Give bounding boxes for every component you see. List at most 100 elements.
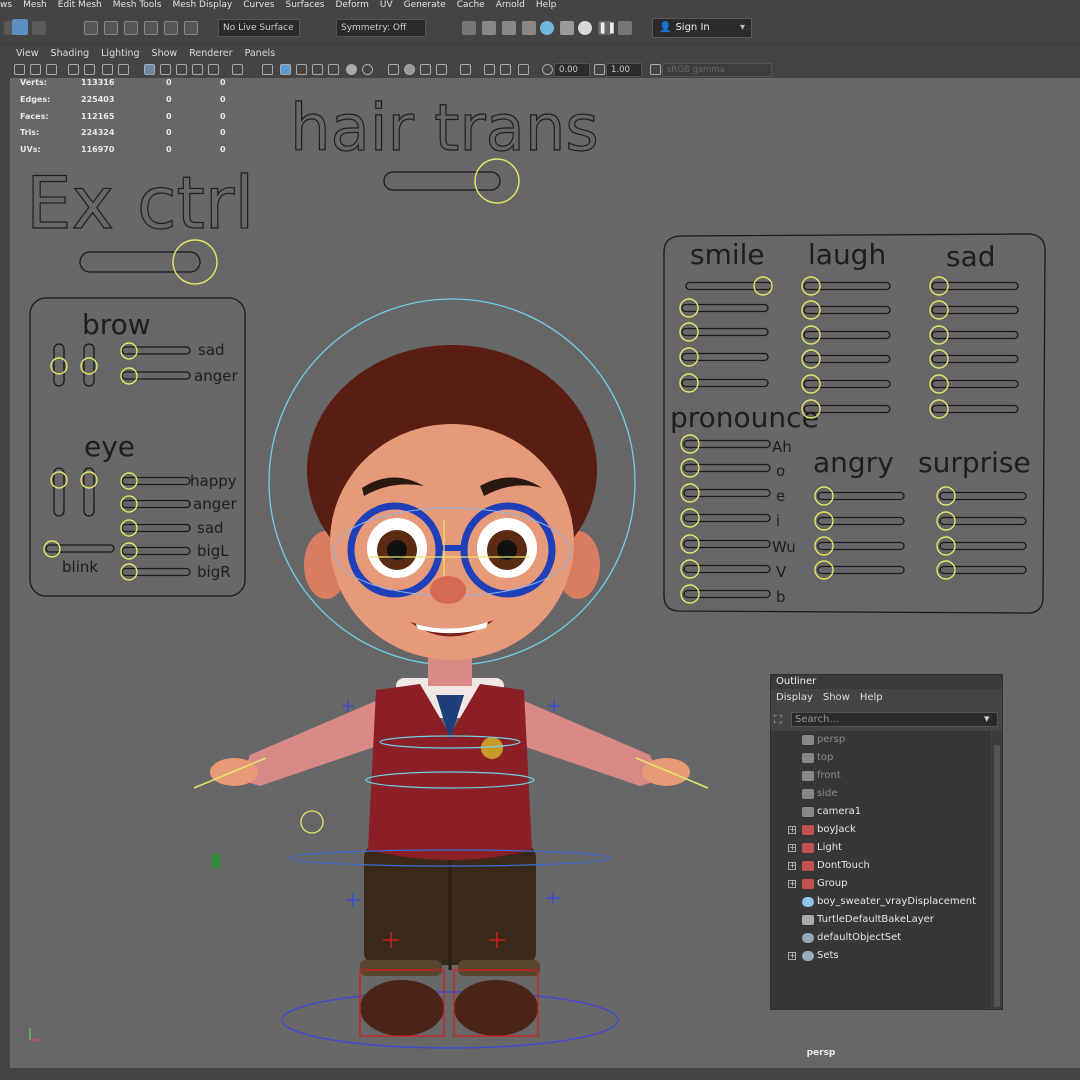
expand-icon[interactable]: + <box>788 880 796 888</box>
ex-ctrl-label: Ex ctrl <box>26 161 254 245</box>
outliner-item-front[interactable]: front <box>771 767 991 785</box>
eye-anger-control[interactable] <box>120 495 138 513</box>
filter-icon[interactable]: ⛶ <box>774 713 782 727</box>
outliner-menu-display[interactable]: Display <box>771 689 818 706</box>
outliner-menu-help[interactable]: Help <box>855 689 888 706</box>
right-shoe <box>454 980 538 1036</box>
phoneme-i-label: i <box>776 512 780 530</box>
sad-slider-1-control[interactable] <box>929 300 949 320</box>
outliner-item-donttouch[interactable]: + DontTouch <box>771 857 991 875</box>
outliner-item-label: Light <box>817 842 842 853</box>
outliner-item-persp[interactable]: persp <box>771 731 991 749</box>
eye-happy-control[interactable] <box>120 472 138 490</box>
character-boyjack[interactable] <box>193 298 709 1049</box>
smile-slider-2-control[interactable] <box>679 322 699 342</box>
outliner-item-defaultobjectset[interactable]: defaultObjectSet <box>771 929 991 947</box>
sad-slider-0-control[interactable] <box>929 276 949 296</box>
laugh-slider-3-control[interactable] <box>801 349 821 369</box>
chevron-down-icon[interactable]: ▾ <box>984 712 990 725</box>
pronounce-slider-0-track <box>683 439 771 449</box>
camera-icon <box>802 753 814 763</box>
hud-label: Faces: <box>20 111 49 121</box>
laugh-slider-2-control[interactable] <box>801 325 821 345</box>
expand-icon[interactable]: + <box>788 826 796 834</box>
outliner-item-camera1[interactable]: camera1 <box>771 803 991 821</box>
eye-bigL-track <box>121 546 191 556</box>
brow-sad-control[interactable] <box>120 342 138 360</box>
smile-slider-3-control[interactable] <box>679 347 699 367</box>
outliner-item-boyjack[interactable]: + boyJack <box>771 821 991 839</box>
smile-slider-4-control[interactable] <box>679 373 699 393</box>
group-icon <box>802 825 814 835</box>
outliner-item-top[interactable]: top <box>771 749 991 767</box>
brow-left-track <box>53 343 65 387</box>
eye-slider-group: happy anger sad bigL bigR <box>120 472 237 581</box>
surprise-slider-3-track <box>939 565 1027 575</box>
eye-bigL-control[interactable] <box>120 542 138 560</box>
outliner-item-turtledefaultbakelayer[interactable]: TurtleDefaultBakeLayer <box>771 911 991 929</box>
eye-left-track <box>53 467 65 517</box>
displacement-icon <box>802 897 814 907</box>
eye-sad-track <box>121 523 191 533</box>
ground-root-control[interactable] <box>281 991 619 1049</box>
sad-slider-3-track <box>931 354 1019 364</box>
hud-value: 0 <box>220 145 226 155</box>
angry-slider-1-track <box>817 516 905 526</box>
laugh-slider-1-control[interactable] <box>801 300 821 320</box>
pivot-control[interactable] <box>300 810 324 834</box>
smile-slider-4-track <box>681 378 769 388</box>
brow-anger-control[interactable] <box>120 367 138 385</box>
sad-slider-3-control[interactable] <box>929 349 949 369</box>
laugh-title: laugh <box>808 238 886 271</box>
outliner-menu-show[interactable]: Show <box>818 689 855 706</box>
hud-value: 0 <box>166 145 172 155</box>
light-locator[interactable] <box>212 854 220 868</box>
laugh-slider-0-control[interactable] <box>801 276 821 296</box>
hud-value: 0 <box>220 111 226 121</box>
hud-value: 225403 <box>81 94 115 104</box>
eye-sad-control[interactable] <box>120 519 138 537</box>
expand-icon[interactable]: + <box>788 844 796 852</box>
sad-slider-5-track <box>931 404 1019 414</box>
outliner-item-sets[interactable]: + Sets <box>771 947 991 965</box>
sad-slider-2-control[interactable] <box>929 325 949 345</box>
hud-value: 116970 <box>81 145 115 155</box>
hud-value: 0 <box>166 78 172 87</box>
sad-slider-4-control[interactable] <box>929 374 949 394</box>
expand-icon[interactable]: + <box>788 952 796 960</box>
outliner-item-side[interactable]: side <box>771 785 991 803</box>
eye-bigR-control[interactable] <box>120 563 138 581</box>
sad-slider-0-track <box>931 281 1019 291</box>
outliner-title: Outliner <box>771 675 1002 689</box>
outliner-scrollbar[interactable] <box>992 731 1002 1009</box>
camera-icon <box>802 807 814 817</box>
hud-value: 0 <box>166 128 172 138</box>
hud-value: 0 <box>220 94 226 104</box>
hud-value: 0 <box>166 94 172 104</box>
hair-trans-slider-track <box>383 171 501 191</box>
smile-slider-1-control[interactable] <box>679 298 699 318</box>
outliner-item-label: DontTouch <box>817 860 870 871</box>
laugh-slider-4-track <box>803 379 891 389</box>
laugh-slider-4-control[interactable] <box>801 374 821 394</box>
sad-slider-5-control[interactable] <box>929 399 949 419</box>
expand-icon[interactable]: + <box>788 862 796 870</box>
smile-slider-track <box>685 281 773 291</box>
smile-slider-control[interactable] <box>753 276 773 296</box>
axis-gizmo <box>29 1028 42 1041</box>
pronounce-slider-6-track <box>683 589 771 599</box>
blink-track <box>45 544 115 553</box>
hud-value: 0 <box>166 111 172 121</box>
outliner-item-light[interactable]: + Light <box>771 839 991 857</box>
smile-slider-2-track <box>681 327 769 337</box>
pronounce-slider-4-track <box>683 539 771 549</box>
outliner-item-group[interactable]: + Group <box>771 875 991 893</box>
outliner-item-boy_sweater_vraydisplacement[interactable]: boy_sweater_vrayDisplacement <box>771 893 991 911</box>
angry-slider-2-track <box>817 541 905 551</box>
right-hand <box>642 758 690 786</box>
ex-ctrl-control[interactable] <box>172 239 218 285</box>
hud-label: Tris: <box>20 128 40 138</box>
phoneme-o-label: o <box>776 462 785 480</box>
outliner-search-input[interactable]: Search... <box>791 712 998 727</box>
outliner-item-label: boy_sweater_vrayDisplacement <box>817 896 977 907</box>
